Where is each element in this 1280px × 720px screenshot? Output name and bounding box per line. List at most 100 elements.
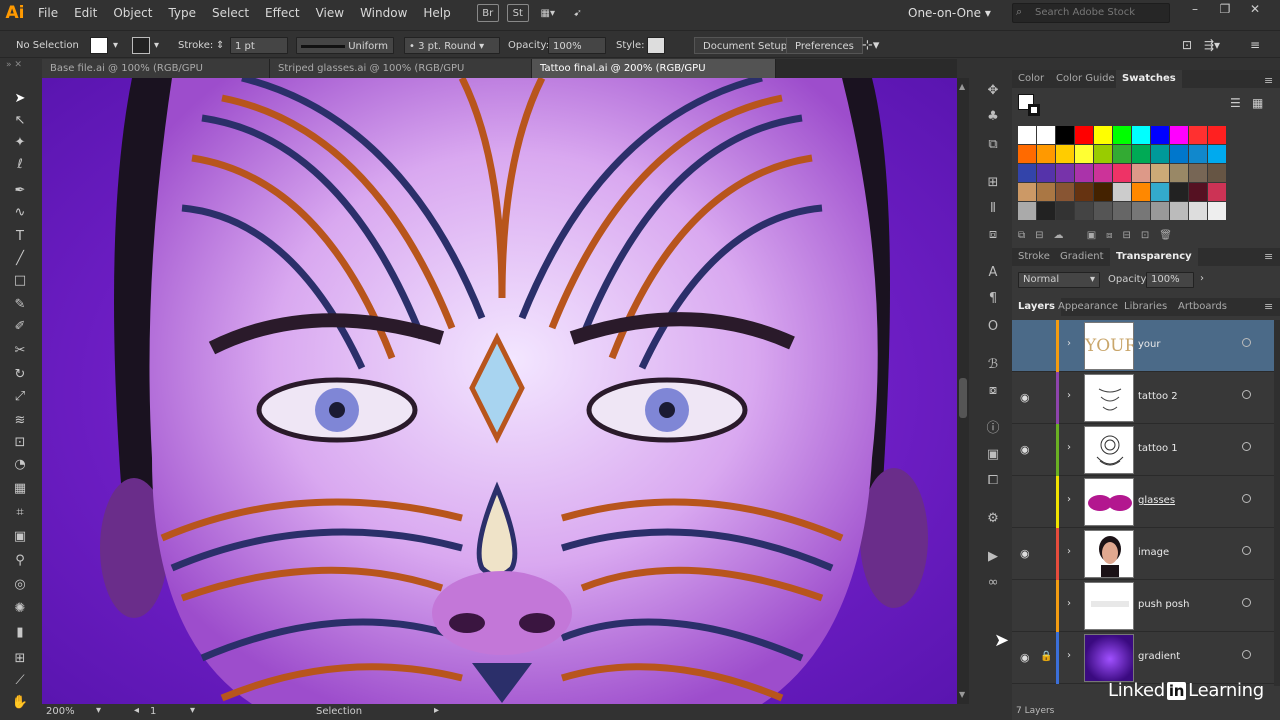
arrange-documents-icon[interactable]: ▦▾ (537, 4, 559, 22)
swatch[interactable] (1018, 202, 1036, 220)
stroke-color-swatch[interactable] (1028, 104, 1040, 116)
character-icon[interactable]: A (982, 264, 1004, 282)
tab-libraries[interactable]: Libraries (1118, 298, 1173, 316)
chevron-right-icon[interactable]: › (1067, 598, 1071, 609)
menu-file[interactable]: File (30, 0, 66, 26)
menu-effect[interactable]: Effect (257, 0, 308, 26)
swatch[interactable] (1151, 183, 1169, 201)
zoom-level[interactable]: 200% (46, 706, 75, 717)
swatch[interactable] (1113, 126, 1131, 144)
target-icon[interactable] (1242, 494, 1251, 503)
pathfinder-icon[interactable]: ⧈ (982, 226, 1004, 244)
isolate-icon[interactable]: ⇶▾ (1204, 37, 1220, 54)
swatch[interactable] (1094, 145, 1112, 163)
close-window-icon[interactable]: ✕ (1240, 0, 1270, 20)
free-transform-tool-icon[interactable]: ⊡ (10, 434, 30, 452)
actions-play-icon[interactable]: ▶ (982, 548, 1004, 566)
rectangle-tool-icon[interactable]: □ (10, 272, 30, 290)
artboard-canvas[interactable] (42, 78, 957, 704)
swatch[interactable] (1056, 145, 1074, 163)
workspace-switcher[interactable]: One-on-One ▾ (908, 0, 991, 26)
tab-tattoo-final[interactable]: Tattoo final.ai @ 200% (RGB/GPU Preview)… (532, 59, 776, 93)
eye-icon[interactable]: ◉ (1020, 443, 1034, 456)
preferences-button[interactable]: Preferences (786, 37, 863, 54)
swatch[interactable] (1170, 202, 1188, 220)
swatch[interactable] (1018, 145, 1036, 163)
swatch[interactable] (1075, 202, 1093, 220)
chevron-down-icon[interactable]: ▾ (96, 705, 101, 716)
swatch[interactable] (1075, 126, 1093, 144)
swatch[interactable] (1170, 164, 1188, 182)
swatch[interactable] (1094, 202, 1112, 220)
column-graph-tool-icon[interactable]: ▮ (10, 624, 30, 642)
layer-name[interactable]: your (1138, 339, 1161, 350)
tab-artboards[interactable]: Artboards (1172, 298, 1233, 316)
layer-row[interactable]: ◉ 🔒 › gradient (1012, 632, 1274, 684)
swatch-actions-icon[interactable]: ⧉⊟☁ ▣⧈⊟⊡🗑 (1018, 230, 1268, 241)
layer-row[interactable]: ◉ › tattoo 2 (1012, 372, 1274, 424)
swatch[interactable] (1018, 126, 1036, 144)
swatch[interactable] (1132, 202, 1150, 220)
swatch[interactable] (1208, 183, 1226, 201)
links-icon[interactable]: ⧠ (982, 472, 1004, 490)
swatch[interactable] (1056, 183, 1074, 201)
swatch[interactable] (1094, 126, 1112, 144)
lasso-tool-icon[interactable]: ℓ (10, 156, 30, 174)
rotate-tool-icon[interactable]: ↻ (10, 366, 30, 384)
swatch[interactable] (1113, 183, 1131, 201)
shape-builder-tool-icon[interactable]: ◔ (10, 456, 30, 474)
layer-row[interactable]: › YOUR your (1012, 320, 1274, 372)
swatch[interactable] (1189, 126, 1207, 144)
chevron-down-icon[interactable]: ▾ (154, 37, 159, 54)
swatch[interactable] (1151, 164, 1169, 182)
layer-row[interactable]: › glasses (1012, 476, 1274, 528)
swatch[interactable] (1208, 145, 1226, 163)
tab-color[interactable]: Color (1012, 70, 1050, 88)
minimize-icon[interactable]: – (1180, 0, 1210, 20)
stroke-weight-field[interactable]: 1 pt (230, 37, 288, 54)
chevron-right-icon[interactable]: › (1067, 650, 1071, 661)
warp-tool-icon[interactable]: ≋ (10, 412, 30, 430)
transform-icon[interactable]: ⊡ (1182, 37, 1192, 54)
swatch[interactable] (1208, 126, 1226, 144)
swatch[interactable] (1189, 183, 1207, 201)
stroke-swatch[interactable] (132, 37, 150, 54)
swatch[interactable] (1056, 126, 1074, 144)
vertical-scrollbar[interactable]: ▲ ▼ (957, 78, 969, 704)
menu-object[interactable]: Object (105, 0, 160, 26)
search-stock-input[interactable]: Search Adobe Stock (1012, 3, 1170, 23)
panel-menu-icon[interactable]: ≡ (1250, 37, 1260, 54)
layer-row[interactable]: ◉ › tattoo 1 (1012, 424, 1274, 476)
paragraph-icon[interactable]: ¶ (982, 290, 1004, 308)
panel-menu-icon[interactable]: ≡ (1264, 300, 1273, 313)
swatch[interactable] (1037, 164, 1055, 182)
swatch[interactable] (1132, 164, 1150, 182)
chevron-right-icon[interactable]: › (1200, 273, 1204, 284)
align-icon[interactable]: ⊹▾ (862, 37, 879, 54)
tab-striped-glasses[interactable]: Striped glasses.ai @ 100% (RGB/GPU Previ… (270, 59, 532, 93)
target-icon[interactable] (1242, 650, 1251, 659)
swatch[interactable] (1037, 126, 1055, 144)
swatch[interactable] (1170, 183, 1188, 201)
layer-row[interactable]: ◉ › image (1012, 528, 1274, 580)
swatch[interactable] (1018, 183, 1036, 201)
scroll-up-icon[interactable]: ▲ (959, 82, 965, 91)
swatch[interactable] (1037, 183, 1055, 201)
chevron-right-icon[interactable]: › (1067, 390, 1071, 401)
opentype-icon[interactable]: O (982, 318, 1004, 336)
magic-wand-tool-icon[interactable]: ✦ (10, 134, 30, 152)
menu-view[interactable]: View (308, 0, 352, 26)
target-icon[interactable] (1242, 598, 1251, 607)
perspective-grid-tool-icon[interactable]: ▦ (10, 480, 30, 498)
stroke-label[interactable]: Stroke: (178, 37, 213, 54)
panel-menu-icon[interactable]: ≡ (1264, 74, 1273, 87)
swatch[interactable] (1151, 145, 1169, 163)
restore-icon[interactable]: ❐ (1210, 0, 1240, 20)
grid-view-icon[interactable]: ▦ (1252, 96, 1263, 110)
eye-icon[interactable]: ◉ (1020, 651, 1034, 664)
swatch[interactable] (1056, 164, 1074, 182)
slice-tool-icon[interactable]: ⟋ (10, 672, 30, 690)
swatch[interactable] (1094, 183, 1112, 201)
selection-tool-icon[interactable]: ➤ (10, 90, 30, 108)
variable-width-profile[interactable]: Uniform (296, 37, 394, 54)
